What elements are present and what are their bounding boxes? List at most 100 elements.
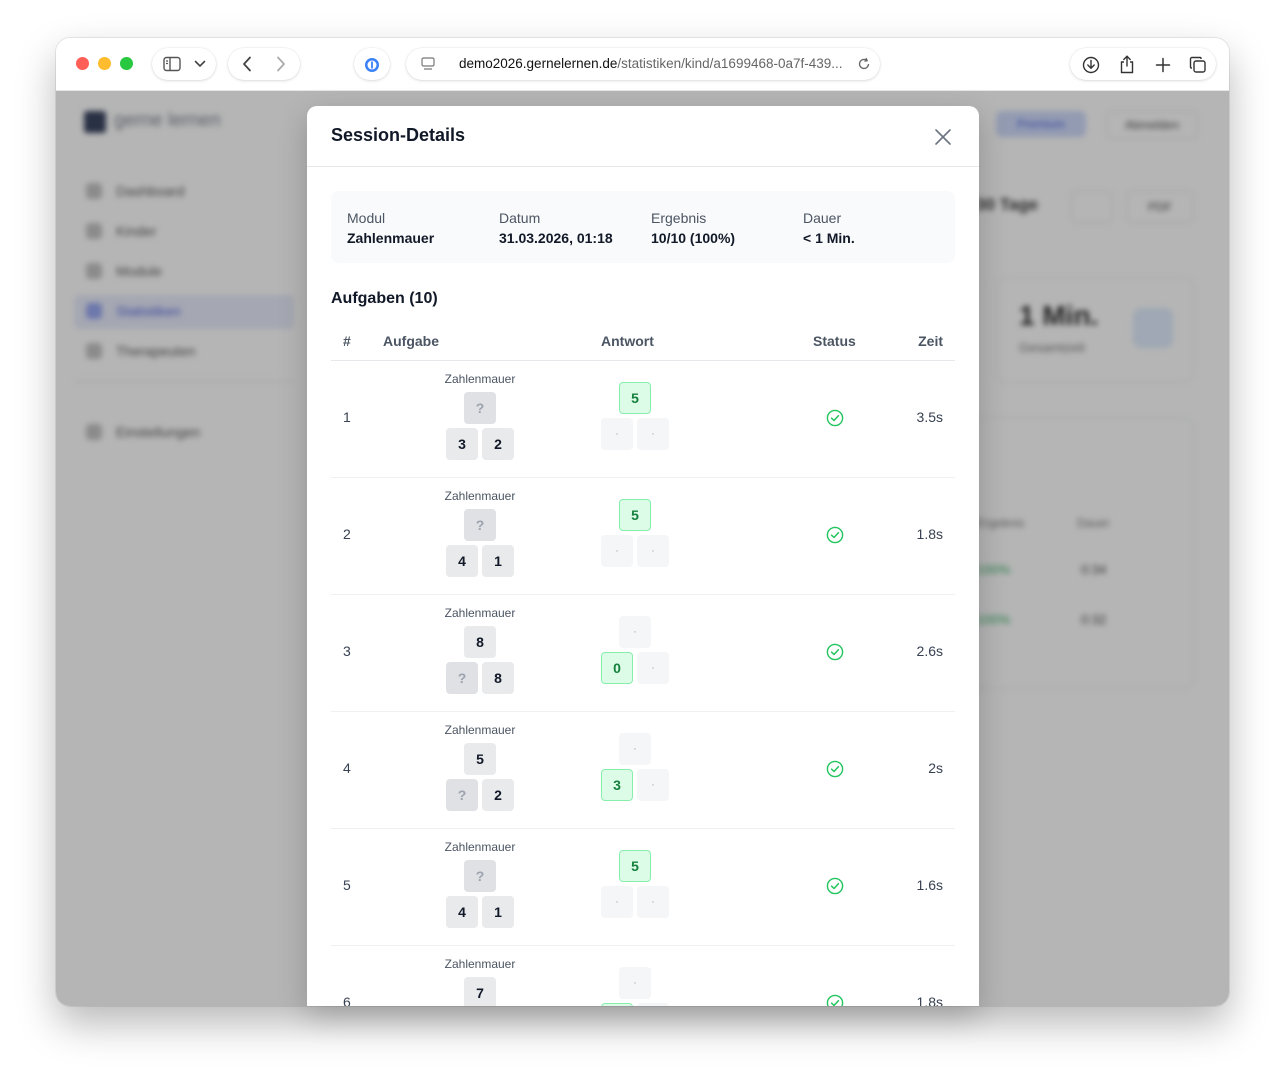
summary-dauer: Dauer < 1 Min. [803,208,855,248]
answer-bottom-cell [601,1003,633,1006]
answer-top-cell: · [619,616,651,648]
table-row: 5 Zahlenmauer? 4 1 5 · · 1.6s [331,828,955,946]
sidebar-icon[interactable] [162,55,182,73]
close-icon [935,129,951,145]
task-module-label: Zahlenmauer [444,489,516,503]
modal-header: Session-Details [307,106,979,167]
table-row: 1 Zahlenmauer? 3 2 5 · · 3.5s [331,360,955,478]
browser-toolbar: demo2026.gernelernen.de/statistiken/kind… [56,38,1229,91]
task-time: 1.8s [916,526,943,542]
task-number: 5 [343,877,351,893]
answer-top-cell: 5 [619,382,651,414]
table-row: 4 Zahlenmauer 5? 2 · 3 · 2s [331,711,955,829]
col-status: Status [813,333,856,349]
table-row: 2 Zahlenmauer? 4 1 5 · · 1.8s [331,477,955,595]
wall-top-cell: 7 [464,977,496,1006]
page-settings-icon[interactable] [420,56,436,72]
reload-icon[interactable] [856,56,872,72]
task-module-label: Zahlenmauer [444,840,516,854]
col-aufgabe: Aufgabe [383,333,439,349]
session-details-modal: Session-Details Modul Zahlenmauer Datum … [307,106,979,1006]
address-bar[interactable]: demo2026.gernelernen.de/statistiken/kind… [406,48,880,80]
wall-bottom-cell: 4 [446,545,478,577]
forward-icon[interactable] [272,55,290,73]
wall-bottom-cell: ? [446,662,478,694]
wall-top-cell: ? [464,860,496,892]
summary-label: Dauer [803,210,842,226]
task-time: 2.6s [916,643,943,659]
task-number: 3 [343,643,351,659]
summary-label: Modul [347,210,386,226]
summary-label: Ergebnis [651,210,707,226]
task-module-label: Zahlenmauer [444,723,516,737]
wall-bottom-cell: 1 [482,545,514,577]
downloads-icon[interactable] [1081,55,1101,75]
wall-top-cell: 8 [464,626,496,658]
task-time: 3.5s [916,409,943,425]
answer-bottom-cell: 3 [601,769,633,801]
password-manager-icon [363,56,381,74]
close-window-button[interactable] [76,57,89,70]
navigation-group [228,48,300,80]
task-number: 6 [343,994,351,1006]
answer-bottom-cell: · [601,886,633,918]
summary-modul: Modul Zahlenmauer [347,208,434,248]
zoom-window-button[interactable] [120,57,133,70]
toolbar-actions [1070,48,1216,80]
answer-bottom-cell: · [637,769,669,801]
wall-bottom-cell: ? [446,779,478,811]
col-number: # [343,333,351,349]
summary-label: Datum [499,210,541,226]
close-button[interactable] [931,125,955,149]
wall-bottom-cell: 4 [446,896,478,928]
tasks-title: Aufgaben (10) [331,290,438,307]
task-module-label: Zahlenmauer [444,957,516,971]
tab-overview-icon[interactable] [1188,55,1208,75]
task-module-label: Zahlenmauer [444,606,516,620]
sidebar-toggle-group[interactable] [152,48,216,80]
back-icon[interactable] [238,55,256,73]
answer-bottom-cell: · [601,418,633,450]
task-module-label: Zahlenmauer [444,372,516,386]
minimize-window-button[interactable] [98,57,111,70]
summary-value: 31.03.2026, 01:18 [499,230,613,246]
task-time: 1.6s [916,877,943,893]
answer-bottom-cell: · [601,535,633,567]
password-manager-button[interactable] [354,48,390,80]
share-icon[interactable] [1117,54,1137,74]
table-row: 6Zahlenmauer7??·1.8s [331,945,955,1006]
wall-bottom-cell: 1 [482,896,514,928]
answer-bottom-cell: 0 [601,652,633,684]
wall-top-cell: 5 [464,743,496,775]
wall-top-cell: ? [464,509,496,541]
answer-bottom-cell: · [637,652,669,684]
col-antwort: Antwort [601,333,654,349]
url-text: demo2026.gernelernen.de/statistiken/kind… [459,56,843,71]
col-zeit: Zeit [918,333,943,349]
check-circle-icon [826,760,844,778]
task-number: 4 [343,760,351,776]
chevron-down-icon[interactable] [192,56,208,72]
wall-bottom-cell: 8 [482,662,514,694]
new-tab-icon[interactable] [1153,55,1173,75]
table-row: 3 Zahlenmauer 8? 8 · 0 · 2.6s [331,594,955,712]
check-circle-icon [826,409,844,427]
answer-top-cell: 5 [619,499,651,531]
answer-bottom-cell: · [637,418,669,450]
check-circle-icon [826,526,844,544]
summary-datum: Datum 31.03.2026, 01:18 [499,208,613,248]
tasks-table-header: # Aufgabe Antwort Status Zeit [331,326,955,361]
modal-title: Session-Details [331,125,466,145]
task-number: 2 [343,526,351,542]
wall-bottom-cell: 2 [482,428,514,460]
wall-top-cell: ? [464,392,496,424]
answer-bottom-cell [637,1003,669,1006]
wall-bottom-cell: 2 [482,779,514,811]
session-summary: Modul Zahlenmauer Datum 31.03.2026, 01:1… [331,191,955,263]
summary-value: Zahlenmauer [347,230,435,246]
summary-value: < 1 Min. [803,230,855,246]
answer-bottom-cell: · [637,535,669,567]
task-time: 1.8s [916,994,943,1006]
answer-top-cell: 5 [619,850,651,882]
answer-top-cell: · [619,733,651,765]
